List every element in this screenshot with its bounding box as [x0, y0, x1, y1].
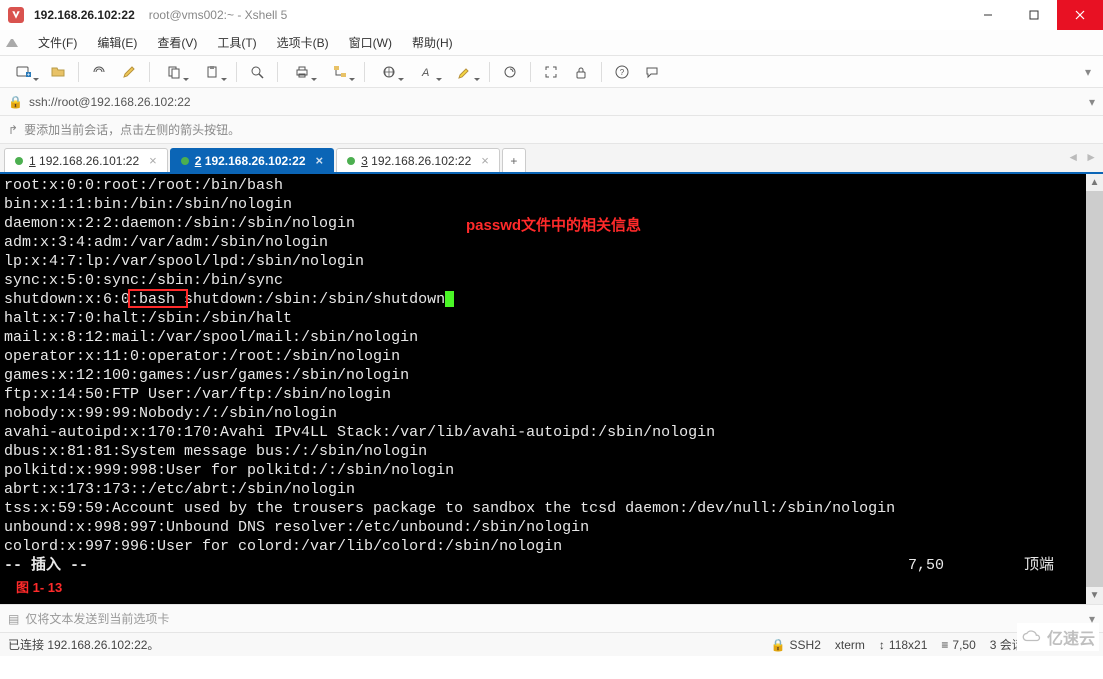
scroll-up-icon[interactable]: ▴	[1086, 174, 1103, 191]
scroll-thumb[interactable]	[1086, 191, 1103, 587]
terminal[interactable]: root:x:0:0:root:/root:/bin/bash bin:x:1:…	[0, 174, 1103, 604]
terminal-scrollbar[interactable]: ▴ ▾	[1086, 174, 1103, 604]
menu-tabs[interactable]: 选项卡(B)	[267, 30, 339, 55]
tab-index: 3	[361, 154, 368, 168]
status-protocol: 🔒SSH2	[771, 638, 821, 652]
status-size: ↕118x21	[879, 638, 927, 652]
toolbar-overflow-icon[interactable]: ▾	[1085, 65, 1091, 79]
hint-text: 要添加当前会话，点击左侧的箭头按钮。	[24, 121, 240, 138]
status-cursor: ≡7,50	[941, 638, 975, 652]
search-icon[interactable]	[243, 59, 271, 85]
menu-help[interactable]: 帮助(H)	[402, 30, 463, 55]
tab-close-icon[interactable]: ×	[481, 153, 489, 168]
svg-text:+: +	[27, 72, 31, 78]
input-placeholder: 仅将文本发送到当前选项卡	[25, 610, 169, 627]
status-dot-icon	[347, 157, 355, 165]
copy-icon[interactable]	[156, 59, 192, 85]
tab-add-button[interactable]: +	[502, 148, 526, 172]
system-menu-icon[interactable]	[6, 37, 18, 49]
menu-edit[interactable]: 编辑(E)	[87, 30, 147, 55]
window-title-ip: 192.168.26.102:22	[34, 8, 135, 22]
terminal-lines-pre: root:x:0:0:root:/root:/bin/bash bin:x:1:…	[4, 177, 364, 289]
maximize-button[interactable]	[1011, 0, 1057, 30]
tab-close-icon[interactable]: ×	[316, 153, 324, 168]
terminal-position-text: 7,50	[908, 557, 944, 574]
svg-text:A: A	[421, 67, 429, 79]
status-dot-icon	[15, 157, 23, 165]
font-icon[interactable]: A	[409, 59, 445, 85]
terminal-highlight-word: :bash	[130, 291, 184, 308]
tab-label: 192.168.26.102:22	[371, 154, 471, 168]
folder-tree-icon[interactable]	[322, 59, 358, 85]
menubar: 文件(F) 编辑(E) 查看(V) 工具(T) 选项卡(B) 窗口(W) 帮助(…	[0, 30, 1103, 56]
hint-bar: ↱ 要添加当前会话，点击左侧的箭头按钮。	[0, 116, 1103, 144]
fullscreen-icon[interactable]	[537, 59, 565, 85]
status-term-type: xterm	[835, 638, 865, 652]
lock-tiny-icon: 🔒	[771, 638, 786, 652]
status-connected: 已连接 192.168.26.102:22。	[8, 636, 159, 653]
status-dot-icon	[181, 157, 189, 165]
address-text: ssh://root@192.168.26.102:22	[29, 95, 191, 109]
terminal-figure-label: 图 1- 13	[16, 578, 62, 597]
tab-label: 192.168.26.101:22	[39, 154, 139, 168]
watermark-text: 亿速云	[1047, 625, 1095, 649]
cursor-icon: ≡	[941, 638, 948, 652]
terminal-mode: -- 插入 --	[4, 557, 88, 574]
tab-prev-icon[interactable]: ◄	[1067, 150, 1079, 164]
tab-next-icon[interactable]: ►	[1085, 150, 1097, 164]
hint-arrow-icon[interactable]: ↱	[8, 123, 18, 137]
help-icon[interactable]: ?	[608, 59, 636, 85]
address-bar[interactable]: 🔒 ssh://root@192.168.26.102:22 ▾	[0, 88, 1103, 116]
toolbar: + A ? ▾	[0, 56, 1103, 88]
tab-3[interactable]: 3 192.168.26.102:22 ×	[336, 148, 500, 172]
terminal-line-highlight-pre: shutdown:x:6:0	[4, 291, 130, 308]
window-title-sub: root@vms002:~ - Xshell 5	[149, 8, 288, 22]
app-icon	[8, 7, 24, 23]
scroll-down-icon[interactable]: ▾	[1086, 587, 1103, 604]
status-bar: 已连接 192.168.26.102:22。 🔒SSH2 xterm ↕118x…	[0, 632, 1103, 656]
tab-index: 2	[195, 154, 202, 168]
highlight-icon[interactable]	[447, 59, 483, 85]
input-target-icon[interactable]: ▤	[8, 612, 19, 626]
terminal-lines-post: halt:x:7:0:halt:/sbin:/sbin/halt mail:x:…	[4, 310, 895, 555]
terminal-scroll-label: 顶端	[1024, 557, 1054, 574]
terminal-line-highlight-post: shutdown:/sbin:/sbin/shutdown	[184, 291, 445, 308]
tab-index: 1	[29, 154, 36, 168]
lock-small-icon: 🔒	[8, 95, 23, 109]
tab-1[interactable]: 1 192.168.26.101:22 ×	[4, 148, 168, 172]
chat-icon[interactable]	[638, 59, 666, 85]
link-icon[interactable]	[85, 59, 113, 85]
size-icon: ↕	[879, 638, 885, 652]
menu-file[interactable]: 文件(F)	[28, 30, 87, 55]
menu-view[interactable]: 查看(V)	[147, 30, 207, 55]
svg-text:?: ?	[620, 68, 625, 77]
print-icon[interactable]	[284, 59, 320, 85]
window-controls	[965, 0, 1103, 30]
terminal-cursor	[445, 291, 454, 307]
tab-label: 192.168.26.102:22	[205, 154, 306, 168]
paste-icon[interactable]	[194, 59, 230, 85]
menu-tools[interactable]: 工具(T)	[207, 30, 266, 55]
new-session-icon[interactable]: +	[6, 59, 42, 85]
refresh-icon[interactable]	[496, 59, 524, 85]
close-button[interactable]	[1057, 0, 1103, 30]
globe-icon[interactable]	[371, 59, 407, 85]
command-input-bar[interactable]: ▤ 仅将文本发送到当前选项卡 ▾	[0, 604, 1103, 632]
tab-close-icon[interactable]: ×	[149, 153, 157, 168]
edit-icon[interactable]	[115, 59, 143, 85]
terminal-annotation: passwd文件中的相关信息	[466, 216, 641, 235]
menu-window[interactable]: 窗口(W)	[339, 30, 402, 55]
tab-bar: 1 192.168.26.101:22 × 2 192.168.26.102:2…	[0, 144, 1103, 174]
watermark: 亿速云	[1017, 623, 1099, 651]
window-titlebar: 192.168.26.102:22 root@vms002:~ - Xshell…	[0, 0, 1103, 30]
minimize-button[interactable]	[965, 0, 1011, 30]
tab-2[interactable]: 2 192.168.26.102:22 ×	[170, 148, 334, 172]
tab-nav: ◄ ►	[1067, 150, 1097, 164]
address-dropdown-icon[interactable]: ▾	[1089, 95, 1095, 109]
lock-icon[interactable]	[567, 59, 595, 85]
open-icon[interactable]	[44, 59, 72, 85]
